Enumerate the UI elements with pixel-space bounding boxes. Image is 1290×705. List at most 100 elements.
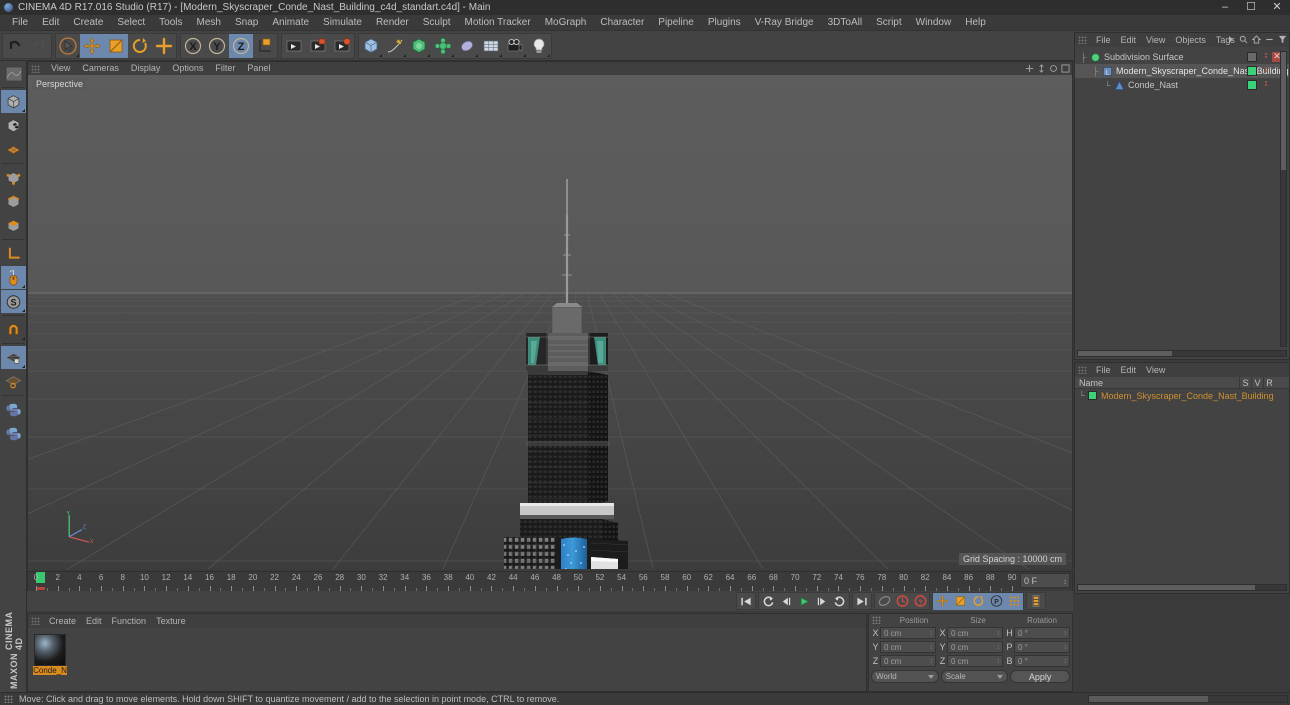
scrollbar-thumb[interactable]: [1089, 696, 1208, 702]
scrollbar-thumb[interactable]: [1078, 585, 1255, 590]
material-swatch-list[interactable]: Conde_N: [28, 628, 866, 675]
point-level-animation-icon[interactable]: [1005, 592, 1023, 610]
position-x-field[interactable]: X 0 cm ↕: [871, 627, 936, 639]
material-row[interactable]: └ Modern_Skyscraper_Conde_Nast_Building: [1075, 389, 1289, 402]
render-settings-icon[interactable]: [330, 34, 354, 58]
y-axis-lock-icon[interactable]: Y: [205, 34, 229, 58]
viewport-menu-view[interactable]: View: [45, 62, 76, 75]
spinner-icon[interactable]: ↕: [1064, 642, 1068, 653]
visibility-toggle[interactable]: [1247, 80, 1257, 90]
menu-item-animate[interactable]: Animate: [265, 15, 316, 31]
viewport-menu-filter[interactable]: Filter: [209, 62, 241, 75]
visibility-toggle[interactable]: [1247, 52, 1257, 62]
move-camera-icon[interactable]: [1025, 64, 1034, 73]
menu-item-window[interactable]: Window: [909, 15, 959, 31]
spinner-icon[interactable]: ↕: [1063, 575, 1067, 589]
objmgr-menu-view[interactable]: View: [1141, 33, 1170, 47]
x-axis-lock-icon[interactable]: X: [181, 34, 205, 58]
move-tool-icon[interactable]: [80, 33, 104, 58]
menu-item-tools[interactable]: Tools: [152, 15, 189, 31]
objmgr-menu-edit[interactable]: Edit: [1116, 33, 1142, 47]
autokeying-icon[interactable]: [893, 593, 911, 610]
viewport-menu-options[interactable]: Options: [166, 62, 209, 75]
menu-item-v-ray-bridge[interactable]: V-Ray Bridge: [748, 15, 821, 31]
world-object-coordinate-icon[interactable]: [253, 34, 277, 58]
arrow-icon[interactable]: [1227, 35, 1235, 47]
visibility-dots[interactable]: [1265, 53, 1267, 58]
menu-item-pipeline[interactable]: Pipeline: [651, 15, 701, 31]
texture-mode-icon[interactable]: [1, 114, 26, 137]
transform-mode-select[interactable]: Scale: [940, 670, 1009, 683]
position-key-icon[interactable]: [933, 592, 951, 610]
points-mode-icon[interactable]: [1, 166, 26, 189]
menu-item-motion-tracker[interactable]: Motion Tracker: [458, 15, 538, 31]
render-region-icon[interactable]: [306, 34, 330, 58]
expand-toggle-icon[interactable]: └: [1103, 81, 1112, 90]
matbottom-menu-create[interactable]: Create: [44, 614, 81, 628]
position-x-input[interactable]: 0 cm ↕: [880, 627, 936, 639]
object-manager-vscrollbar[interactable]: [1280, 51, 1287, 347]
menu-item-mesh[interactable]: Mesh: [190, 15, 228, 31]
maximize-button[interactable]: ☐: [1238, 0, 1264, 15]
lock-workplane-icon[interactable]: [1, 346, 26, 369]
spinner-icon[interactable]: ↕: [930, 656, 934, 667]
panel-grip-icon[interactable]: [1078, 36, 1087, 44]
viewport-solo-icon[interactable]: [1, 266, 26, 289]
scrollbar-thumb[interactable]: [1281, 52, 1286, 170]
rotation-b-field[interactable]: B 0 ° ↕: [1005, 655, 1070, 667]
spinner-icon[interactable]: ↕: [930, 642, 934, 653]
go-to-start-icon[interactable]: [737, 593, 755, 610]
material-item[interactable]: Conde_N: [28, 628, 67, 675]
scrollbar-thumb[interactable]: [1078, 351, 1172, 356]
spinner-icon[interactable]: ↕: [997, 656, 1001, 667]
status-scrollbar[interactable]: [1088, 695, 1288, 703]
viewport-menu-display[interactable]: Display: [125, 62, 167, 75]
expand-toggle-icon[interactable]: └: [1079, 391, 1088, 400]
size-x-field[interactable]: X 0 cm ↕: [938, 627, 1003, 639]
menu-item-sculpt[interactable]: Sculpt: [416, 15, 458, 31]
viewport-canvas[interactable]: Perspective Grid Spacing : 10000 cm Y X …: [28, 75, 1072, 569]
axis-modify-icon[interactable]: [1, 242, 26, 265]
light-icon[interactable]: [527, 34, 551, 58]
position-z-field[interactable]: Z 0 cm ↕: [871, 655, 936, 667]
menu-item-select[interactable]: Select: [110, 15, 152, 31]
objmgr-menu-file[interactable]: File: [1091, 33, 1116, 47]
rotation-key-icon[interactable]: [969, 592, 987, 610]
visibility-dots[interactable]: [1265, 67, 1267, 72]
scale-key-icon[interactable]: [951, 592, 969, 610]
current-frame-field[interactable]: 0 F ↕: [1020, 573, 1070, 588]
python-script-1-icon[interactable]: [1, 398, 26, 421]
menu-item-render[interactable]: Render: [369, 15, 416, 31]
menu-item-character[interactable]: Character: [593, 15, 651, 31]
size-y-field[interactable]: Y 0 cm ↕: [938, 641, 1003, 653]
step-back-icon[interactable]: [777, 593, 795, 610]
panel-grip-icon[interactable]: [31, 617, 40, 625]
zoom-camera-icon[interactable]: [1037, 64, 1046, 73]
menu-item-edit[interactable]: Edit: [35, 15, 66, 31]
play-icon[interactable]: [795, 593, 813, 610]
objmgr-menu-objects[interactable]: Objects: [1170, 33, 1211, 47]
polygons-mode-icon[interactable]: [1, 214, 26, 237]
record-active-objects-icon[interactable]: [875, 593, 893, 610]
filter-icon[interactable]: [1278, 35, 1287, 47]
minimize-button[interactable]: –: [1212, 0, 1238, 15]
nurbs-generator-icon[interactable]: [407, 34, 431, 58]
camera-icon[interactable]: [503, 34, 527, 58]
matbottom-menu-function[interactable]: Function: [107, 614, 152, 628]
z-axis-lock-icon[interactable]: Z: [229, 33, 253, 58]
model-mode-icon[interactable]: [1, 90, 26, 113]
expand-toggle-icon[interactable]: ├: [1079, 53, 1088, 62]
size-y-input[interactable]: 0 cm ↕: [947, 641, 1003, 653]
scale-tool-icon[interactable]: [104, 33, 128, 58]
object-row[interactable]: ├ Subdivision Surface ✕: [1075, 50, 1289, 64]
timeline-ruler[interactable]: 0 F ↕ 0 2 4 6 8 10 12 14 16 18 20 22 24 26 28 30 32 34 36 3…: [28, 572, 1072, 591]
rewind-icon[interactable]: [759, 593, 777, 610]
minus-icon[interactable]: [1265, 35, 1274, 47]
search-icon[interactable]: [1239, 35, 1248, 47]
visibility-dots[interactable]: [1265, 81, 1267, 86]
render-view-icon[interactable]: [282, 34, 306, 58]
apply-button[interactable]: Apply: [1010, 670, 1071, 683]
menu-item-file[interactable]: File: [5, 15, 35, 31]
timeline-layers-icon[interactable]: [1027, 593, 1045, 610]
undo-icon[interactable]: [3, 34, 27, 58]
